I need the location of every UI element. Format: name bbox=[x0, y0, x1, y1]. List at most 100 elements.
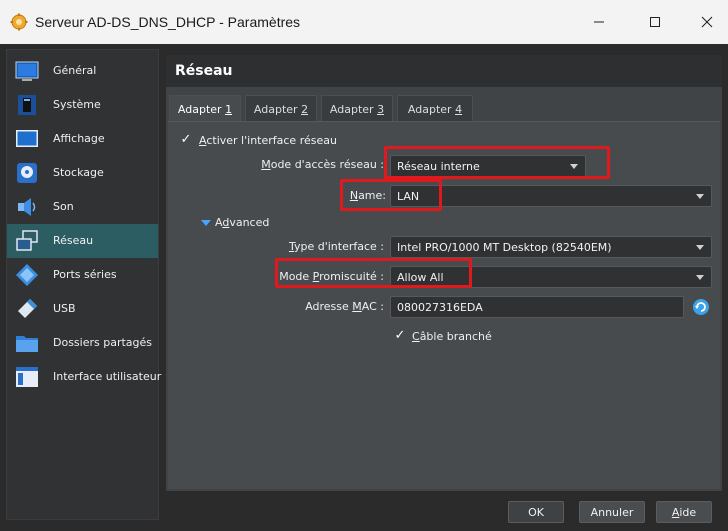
attached-to-select[interactable]: Réseau interne bbox=[390, 155, 586, 177]
tab-shortcut: 3 bbox=[377, 103, 385, 116]
sidebar-item-label: Son bbox=[53, 200, 74, 213]
promiscuous-mode-select[interactable]: Allow All bbox=[390, 266, 712, 288]
display-icon bbox=[16, 130, 38, 147]
sidebar-item-storage[interactable]: Stockage bbox=[7, 156, 158, 190]
selected-value: Intel PRO/1000 MT Desktop (82540EM) bbox=[397, 241, 612, 254]
sidebar-item-network[interactable]: Réseau bbox=[7, 224, 158, 258]
adapter-type-label: Type d'interface : bbox=[289, 240, 384, 253]
maximize-button[interactable] bbox=[632, 10, 678, 34]
sidebar-item-system[interactable]: Système bbox=[7, 88, 158, 122]
sidebar-item-general[interactable]: Général bbox=[7, 54, 158, 88]
label-text: âble branché bbox=[419, 330, 492, 343]
label-text: AC : bbox=[361, 300, 384, 313]
shortcut-key: C bbox=[412, 330, 420, 343]
help-button[interactable]: Aide bbox=[656, 501, 712, 523]
sidebar-item-label: Stockage bbox=[53, 166, 104, 179]
button-label: OK bbox=[528, 506, 544, 519]
settings-panel: Réseau Adapter 1 Adapter 2 Adapter 3 Ada… bbox=[166, 55, 722, 491]
label-text: ype d'interface : bbox=[293, 240, 384, 253]
enable-adapter-label: Activer l'interface réseau bbox=[199, 134, 337, 147]
sidebar-item-label: Dossiers partagés bbox=[53, 336, 153, 349]
sidebar-item-label: Système bbox=[53, 98, 101, 111]
sidebar-item-label: Général bbox=[53, 64, 97, 77]
mac-address-value: 080027316EDA bbox=[397, 301, 483, 314]
tab-adapter-1[interactable]: Adapter 1 bbox=[169, 95, 241, 122]
adapter-settings: ✓ Activer l'interface réseau Mode d'accè… bbox=[168, 121, 720, 489]
refresh-icon bbox=[693, 299, 709, 315]
mac-address-label: Adresse MAC : bbox=[305, 300, 384, 313]
shared-folders-icon bbox=[16, 336, 38, 352]
label-text: Adresse bbox=[305, 300, 353, 313]
tab-shortcut: 4 bbox=[455, 103, 463, 116]
panel-header: Réseau bbox=[166, 55, 722, 87]
tab-adapter-3[interactable]: Adapter 3 bbox=[321, 95, 393, 122]
label-text: vanced bbox=[229, 216, 270, 229]
sidebar-item-user-interface[interactable]: Interface utilisateur bbox=[7, 360, 162, 394]
tab-shortcut: 1 bbox=[225, 103, 233, 116]
sidebar-item-label: Affichage bbox=[53, 132, 105, 145]
tab-label: Adapter bbox=[407, 103, 456, 116]
close-button[interactable] bbox=[684, 10, 728, 34]
selected-value: Réseau interne bbox=[397, 160, 480, 173]
promiscuous-mode-label: Mode Promiscuité : bbox=[279, 270, 384, 283]
triangle-down-icon bbox=[201, 220, 211, 226]
close-icon bbox=[701, 16, 713, 28]
label-text: romiscuité : bbox=[319, 270, 384, 283]
window-title: Serveur AD-DS_DNS_DHCP - Paramètres bbox=[35, 14, 301, 30]
sidebar-item-shared-folders[interactable]: Dossiers partagés bbox=[7, 326, 158, 360]
label-text: ctiver l'interface réseau bbox=[206, 134, 337, 147]
sidebar-item-serial-ports[interactable]: Ports séries bbox=[7, 258, 158, 292]
audio-icon bbox=[18, 198, 36, 216]
attached-to-label: Mode d'accès réseau : bbox=[261, 158, 384, 171]
sidebar-item-display[interactable]: Affichage bbox=[7, 122, 158, 156]
advanced-toggle[interactable]: Advanced bbox=[201, 215, 301, 231]
minimize-icon bbox=[594, 21, 604, 23]
sidebar-item-usb[interactable]: USB bbox=[7, 292, 158, 326]
virtualbox-settings-icon bbox=[10, 13, 28, 31]
enable-adapter-checkbox[interactable]: ✓ bbox=[179, 133, 193, 147]
general-icon bbox=[15, 61, 39, 81]
cable-connected-checkbox[interactable]: ✓ bbox=[393, 329, 407, 343]
storage-icon bbox=[17, 163, 37, 183]
tab-adapter-2[interactable]: Adapter 2 bbox=[245, 95, 317, 122]
usb-icon bbox=[18, 299, 37, 318]
chevron-down-icon bbox=[696, 194, 704, 199]
label-text: ame: bbox=[358, 189, 386, 202]
system-icon bbox=[18, 95, 36, 115]
sidebar-item-audio[interactable]: Son bbox=[7, 190, 158, 224]
sidebar-item-label: USB bbox=[53, 302, 76, 315]
shortcut-key: N bbox=[349, 189, 359, 202]
network-icon bbox=[16, 230, 38, 251]
button-label: ide bbox=[679, 506, 697, 519]
chevron-down-icon bbox=[570, 164, 578, 169]
network-name-value: LAN bbox=[397, 190, 420, 203]
adapter-type-select[interactable]: Intel PRO/1000 MT Desktop (82540EM) bbox=[390, 236, 712, 258]
advanced-label: Advanced bbox=[215, 216, 269, 229]
label-text: ode d'accès réseau : bbox=[270, 158, 384, 171]
user-interface-icon bbox=[16, 367, 38, 387]
tab-label: Adapter bbox=[253, 103, 302, 116]
refresh-mac-button[interactable] bbox=[692, 298, 710, 316]
sidebar-item-label: Interface utilisateur bbox=[53, 370, 162, 383]
page-title: Réseau bbox=[175, 63, 233, 79]
mac-address-input[interactable]: 080027316EDA bbox=[390, 296, 684, 318]
cable-connected-label: Câble branché bbox=[412, 330, 492, 343]
cancel-button[interactable]: Annuler bbox=[579, 501, 645, 523]
tab-adapter-4[interactable]: Adapter 4 bbox=[397, 95, 473, 122]
minimize-button[interactable] bbox=[576, 10, 622, 34]
title-bar: Serveur AD-DS_DNS_DHCP - Paramètres bbox=[0, 0, 728, 44]
network-name-label: Name: bbox=[350, 189, 386, 202]
settings-sidebar: Général Système Affichage Stockage Son R… bbox=[6, 49, 162, 520]
network-name-combo[interactable]: LAN bbox=[390, 185, 712, 207]
ok-button[interactable]: OK bbox=[508, 501, 564, 523]
sidebar-item-label: Réseau bbox=[53, 234, 94, 247]
tab-label: Adapter bbox=[329, 103, 378, 116]
chevron-down-icon bbox=[696, 275, 704, 280]
selected-value: Allow All bbox=[397, 271, 444, 284]
sidebar-item-label: Ports séries bbox=[53, 268, 117, 281]
shortcut-key: M bbox=[352, 300, 362, 313]
serial-ports-icon bbox=[16, 264, 38, 286]
tab-shortcut: 2 bbox=[301, 103, 309, 116]
label-text: Mode bbox=[279, 270, 313, 283]
shortcut-key: M bbox=[261, 158, 271, 171]
